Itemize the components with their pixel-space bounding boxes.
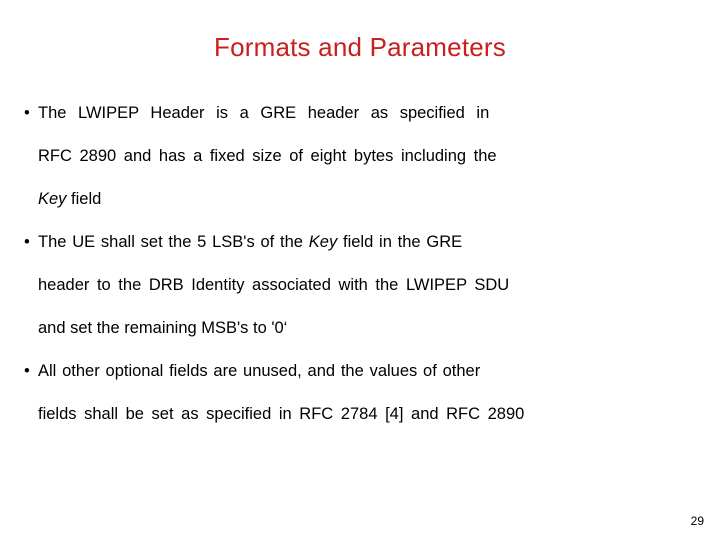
bullet-item: • The LWIPEP Header is a GRE header as s…: [22, 92, 694, 221]
bullet-text: The UE shall set the 5 LSB's of the: [38, 233, 309, 251]
page-title: Formats and Parameters: [214, 32, 506, 62]
bullet-first-line: • The UE shall set the 5 LSB's of the Ke…: [22, 221, 694, 264]
bullet-text: RFC 2890 and has a fixed size of eight b…: [38, 147, 497, 165]
bullet-continuation-line: Key field: [22, 178, 694, 221]
bullet-text: header to the DRB Identity associated wi…: [38, 276, 510, 294]
bullet-dot-icon: •: [24, 362, 30, 380]
bullet-continuation-line: fields shall be set as specified in RFC …: [22, 393, 694, 436]
bullet-dot-icon: •: [24, 104, 30, 122]
bullet-text: The LWIPEP Header is a GRE header as spe…: [38, 104, 490, 122]
bullet-item: • All other optional fields are unused, …: [22, 350, 694, 436]
bullet-dot-icon: •: [24, 233, 30, 251]
slide: Formats and Parameters • The LWIPEP Head…: [0, 0, 720, 540]
bullet-text: field: [66, 190, 102, 208]
bullet-text: and set the remaining MSB's to '0‘: [38, 319, 288, 337]
bullet-item: • The UE shall set the 5 LSB's of the Ke…: [22, 221, 694, 350]
page-number: 29: [690, 514, 704, 528]
slide-body: • The LWIPEP Header is a GRE header as s…: [22, 92, 694, 436]
bullet-text: All other optional fields are unused, an…: [38, 362, 481, 380]
bullet-continuation-line: header to the DRB Identity associated wi…: [22, 264, 694, 307]
bullet-text: field in the GRE: [337, 233, 463, 251]
bullet-continuation-line: RFC 2890 and has a fixed size of eight b…: [22, 135, 694, 178]
bullet-first-line: • All other optional fields are unused, …: [22, 350, 694, 393]
bullet-text: fields shall be set as specified in RFC …: [38, 405, 525, 423]
emphasis-key-term: Key: [38, 190, 67, 208]
emphasis-key-term: Key: [308, 233, 338, 251]
bullet-first-line: • The LWIPEP Header is a GRE header as s…: [22, 92, 694, 135]
bullet-continuation-line: and set the remaining MSB's to '0‘: [22, 307, 694, 350]
